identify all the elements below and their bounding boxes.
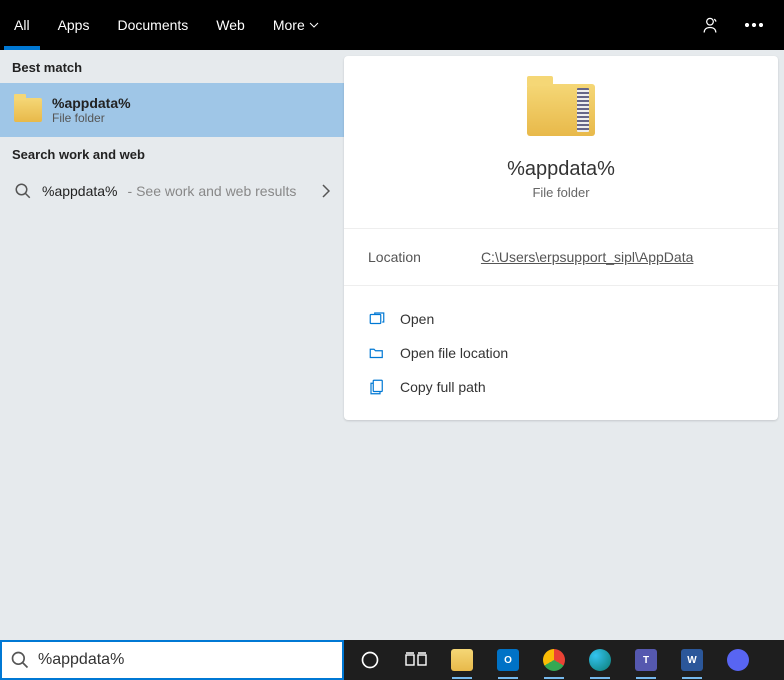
folder-icon-large [527,84,595,136]
taskbar-cortana[interactable] [350,644,390,676]
taskbar-word[interactable]: W [672,644,712,676]
more-options-icon[interactable] [732,0,776,50]
search-web-header: Search work and web [0,137,344,170]
result-subtitle: File folder [52,111,131,125]
best-match-result[interactable]: %appdata% File folder [0,83,344,137]
search-web-hint: - See work and web results [128,183,297,199]
action-open-location[interactable]: Open file location [364,336,758,370]
detail-title: %appdata% [507,158,615,181]
location-value[interactable]: C:\Users\erpsupport_sipl\AppData [481,249,693,265]
file-explorer-icon [451,649,473,671]
outlook-icon: O [497,649,519,671]
taskbar-file-explorer[interactable] [442,644,482,676]
search-box[interactable] [0,640,344,680]
search-filter-tabs: All Apps Documents Web More [0,0,784,50]
tab-documents[interactable]: Documents [103,0,202,50]
cortana-icon [360,650,380,670]
chevron-down-icon [309,22,319,28]
folder-icon [14,98,42,122]
chrome-icon [543,649,565,671]
result-title: %appdata% [52,95,131,111]
tab-more-label: More [273,17,305,33]
taskbar-outlook[interactable]: O [488,644,528,676]
action-open-location-label: Open file location [400,345,508,361]
action-copy-path-label: Copy full path [400,379,486,395]
tab-all[interactable]: All [0,0,44,50]
copy-icon [368,378,386,396]
detail-pane: %appdata% File folder Location C:\Users\… [344,50,784,640]
search-web-row[interactable]: %appdata% - See work and web results [0,170,344,212]
edge-icon [589,649,611,671]
tab-apps[interactable]: Apps [44,0,104,50]
folder-open-icon [368,344,386,362]
tab-web[interactable]: Web [202,0,259,50]
search-icon [10,650,30,670]
best-match-header: Best match [0,50,344,83]
detail-subtitle: File folder [532,185,589,200]
taskbar-task-view[interactable] [396,644,436,676]
teams-icon: T [635,649,657,671]
action-copy-path[interactable]: Copy full path [364,370,758,404]
open-icon [368,310,386,328]
results-pane: Best match %appdata% File folder Search … [0,50,344,640]
action-open[interactable]: Open [364,302,758,336]
search-icon [14,182,32,200]
taskbar-teams[interactable]: T [626,644,666,676]
search-web-term: %appdata% [42,183,118,199]
taskbar-edge[interactable] [580,644,620,676]
taskbar: O T W [344,640,784,680]
taskbar-chrome[interactable] [534,644,574,676]
word-icon: W [681,649,703,671]
taskbar-discord[interactable] [718,644,758,676]
chevron-right-icon [322,184,330,198]
location-label: Location [368,249,421,265]
search-input[interactable] [38,651,334,669]
tab-more[interactable]: More [259,0,333,50]
discord-icon [727,649,749,671]
feedback-icon[interactable] [688,0,732,50]
task-view-icon [405,652,427,668]
action-open-label: Open [400,311,434,327]
